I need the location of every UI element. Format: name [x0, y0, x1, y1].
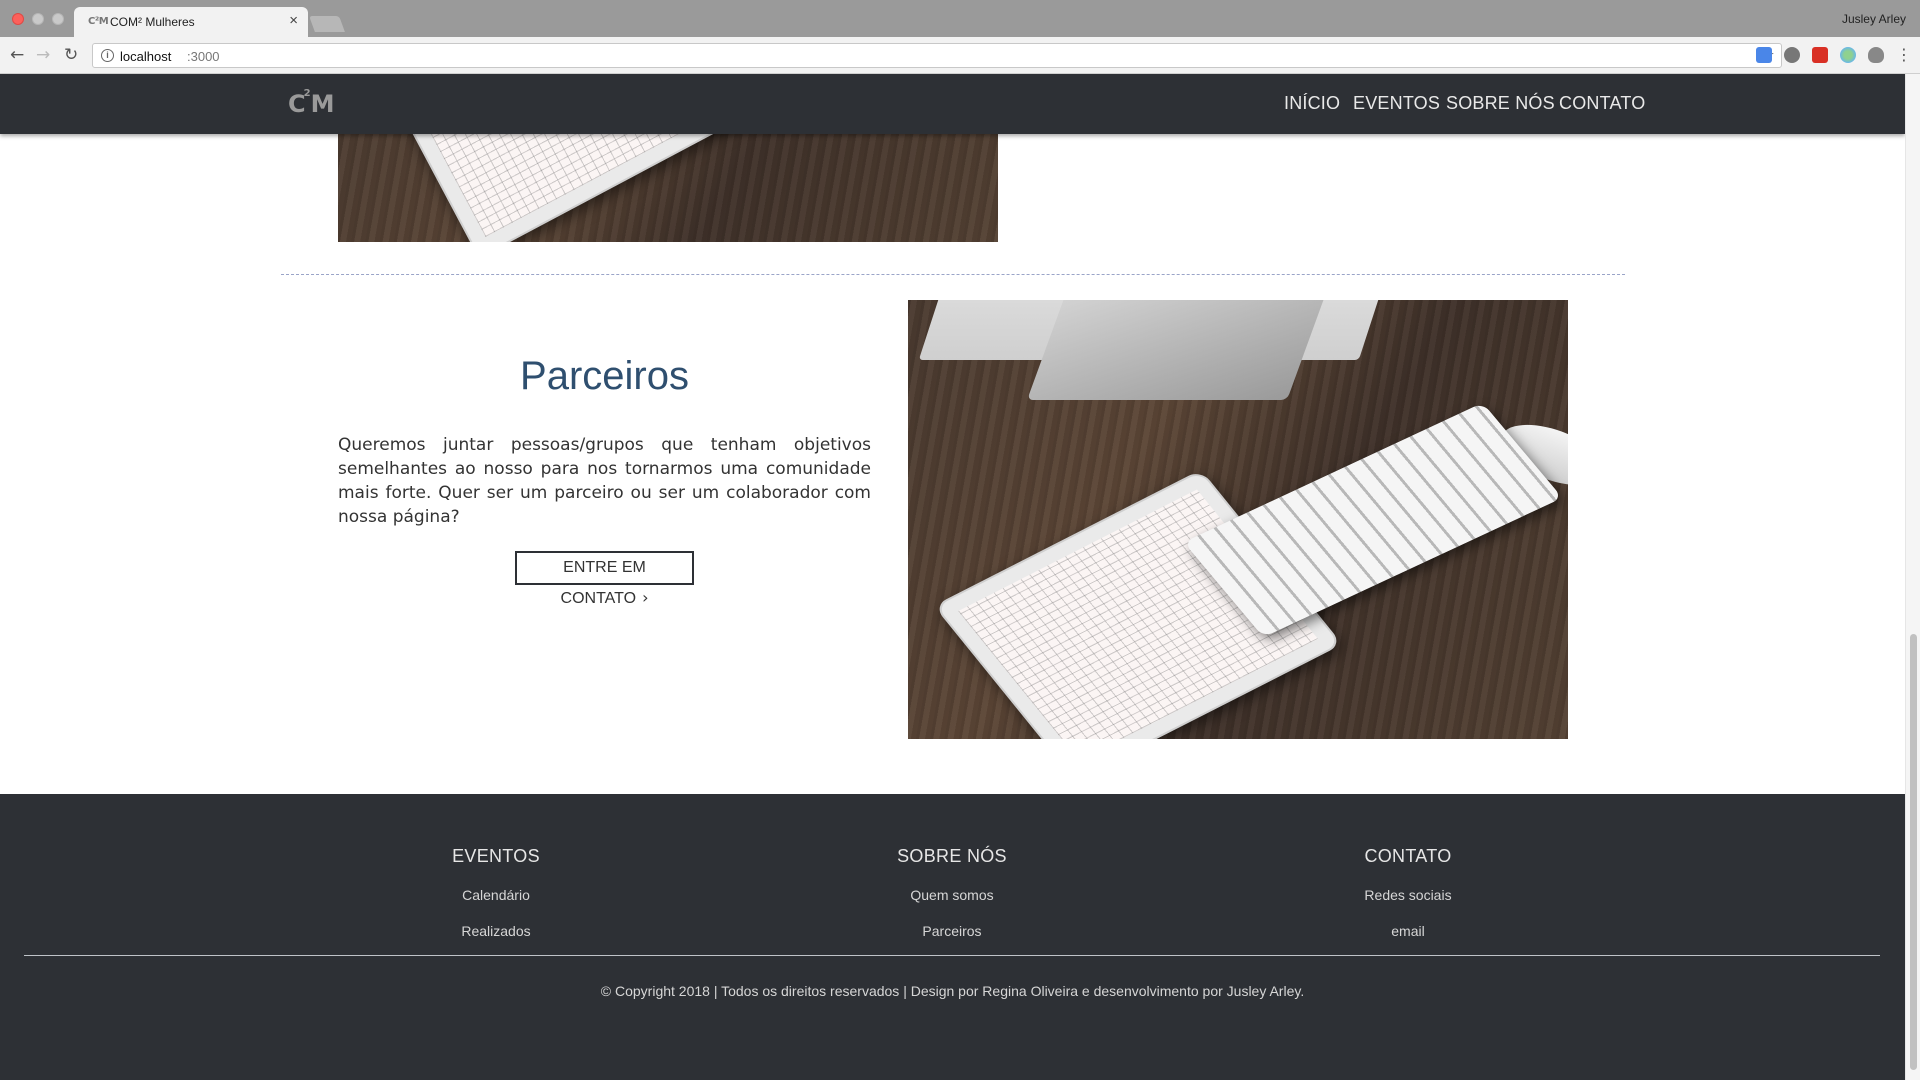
globe-extension-icon[interactable] — [1784, 47, 1800, 63]
browser-toolbar: ← → ↻ i localhost :3000 ☆ ⋮ — [0, 37, 1920, 74]
window-minimize-button[interactable] — [32, 13, 44, 25]
nav-link-eventos[interactable]: EVENTOS — [1353, 93, 1440, 114]
new-tab-button[interactable] — [309, 16, 345, 32]
tab-favicon-icon: C²M — [88, 16, 109, 27]
logo-superscript: 2 — [303, 88, 311, 99]
section-divider — [281, 274, 1625, 275]
partners-heading: Parceiros — [520, 354, 689, 398]
window-close-button[interactable] — [12, 13, 24, 25]
footer-link-quem-somos[interactable]: Quem somos — [802, 887, 1102, 903]
site-footer: EVENTOS Calendário Realizados SOBRE NÓS … — [0, 794, 1905, 1080]
footer-divider — [24, 955, 1880, 956]
keyboard-graphic — [1183, 402, 1563, 638]
address-bar[interactable]: i localhost :3000 ☆ — [92, 43, 1782, 68]
nav-link-contato[interactable]: CONTATO — [1559, 93, 1645, 114]
page-viewport: C2M INÍCIO EVENTOS SOBRE NÓS CONTATO Par… — [0, 74, 1905, 1080]
info-icon[interactable]: i — [101, 49, 114, 62]
chevron-right-icon: › — [642, 588, 649, 607]
translate-extension-icon[interactable] — [1756, 47, 1772, 63]
tab-close-icon[interactable]: × — [289, 12, 298, 29]
site-logo[interactable]: C2M — [288, 88, 335, 118]
color-picker-extension-icon[interactable] — [1840, 47, 1856, 63]
imac-stand-graphic — [1027, 300, 1349, 400]
logo-letter-c: C — [288, 90, 306, 118]
contact-us-button[interactable]: ENTRE EM CONTATO › — [515, 551, 694, 607]
window-maximize-button[interactable] — [52, 13, 64, 25]
tab-title: COM² Mulheres — [110, 15, 195, 29]
pdf-extension-icon[interactable] — [1812, 47, 1828, 63]
page-scrollbar[interactable] — [1905, 74, 1920, 1080]
browser-profile-name[interactable]: Jusley Arley — [1842, 12, 1906, 26]
footer-heading-eventos: EVENTOS — [452, 846, 540, 866]
scrollbar-thumb[interactable] — [1910, 634, 1917, 1070]
footer-link-calendario[interactable]: Calendário — [346, 887, 646, 903]
logo-letter-m: M — [310, 90, 335, 118]
back-arrow-icon[interactable]: ← — [10, 45, 24, 65]
bug-extension-icon[interactable] — [1868, 47, 1884, 63]
reload-icon[interactable]: ↻ — [64, 45, 78, 65]
footer-link-realizados[interactable]: Realizados — [346, 923, 646, 939]
forward-arrow-icon[interactable]: → — [36, 45, 50, 65]
browser-tab-active[interactable]: C²M COM² Mulheres × — [74, 7, 308, 37]
footer-link-parceiros[interactable]: Parceiros — [802, 923, 1102, 939]
url-host: localhost — [120, 49, 172, 64]
partners-description: Queremos juntar pessoas/grupos que tenha… — [338, 435, 871, 527]
browser-menu-icon[interactable]: ⋮ — [1896, 45, 1912, 64]
nav-link-sobre-nos[interactable]: SOBRE NÓS — [1446, 93, 1555, 114]
contact-us-button-label: ENTRE EM CONTATO — [560, 559, 646, 607]
footer-link-redes-sociais[interactable]: Redes sociais — [1258, 887, 1558, 903]
url-port: :3000 — [187, 49, 220, 64]
footer-heading-sobre-nos: SOBRE NÓS — [897, 846, 1007, 866]
footer-link-email[interactable]: email — [1258, 923, 1558, 939]
partners-photo — [908, 300, 1568, 739]
browser-tab-bar: C²M COM² Mulheres × Jusley Arley — [0, 0, 1920, 37]
site-navbar: C2M INÍCIO EVENTOS SOBRE NÓS CONTATO — [0, 74, 1905, 134]
copyright-text: © Copyright 2018 | Todos os direitos res… — [600, 983, 1305, 999]
footer-heading-contato: CONTATO — [1364, 846, 1452, 866]
nav-link-inicio[interactable]: INÍCIO — [1284, 93, 1340, 114]
